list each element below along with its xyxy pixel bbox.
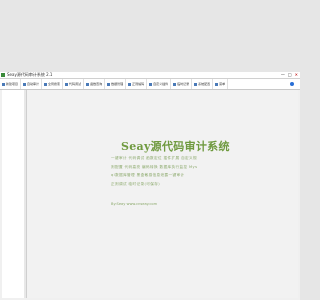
feature-line: 一键审计 代码调试 函数定位 插件扩展 自定义规: [111, 156, 198, 160]
file-tree-panel[interactable]: [2, 90, 27, 298]
toolbar-label: 系统配置: [198, 82, 211, 86]
window-title: Seay源代码审计系统 2.1: [7, 72, 53, 77]
settings-icon: [194, 82, 198, 86]
toolbar-label: 菜单: [219, 82, 226, 86]
toolbar-notes[interactable]: 临时记录: [171, 79, 193, 89]
app-window: Seay源代码审计系统 2.1 — □ ✕ 新建项目 自动审计 全局搜索 代码调…: [0, 72, 300, 300]
toolbar-debug[interactable]: 代码调试: [63, 79, 85, 89]
toolbar-label: 数据管理: [111, 82, 124, 86]
toolbar-label: 全局搜索: [48, 82, 61, 86]
function-icon: [86, 82, 90, 86]
search-icon: [44, 82, 48, 86]
regex-icon: [128, 82, 132, 86]
toolbar-new-project[interactable]: 新建项目: [0, 79, 22, 89]
feature-line: 则配置 代码高亮 编码转换 数据库执行监控 Mys: [111, 164, 198, 169]
close-button[interactable]: ✕: [295, 72, 298, 78]
toolbar-label: 代码调试: [69, 82, 82, 86]
sidebar-scrollbar[interactable]: [24, 90, 26, 298]
minimize-button[interactable]: —: [281, 72, 285, 78]
toolbar-menu[interactable]: 菜单: [213, 79, 229, 89]
toolbar-data-manage[interactable]: 数据管理: [105, 79, 127, 89]
database-icon: [107, 82, 111, 86]
app-icon: [1, 73, 5, 77]
feature-list: 一键审计 代码调试 函数定位 插件扩展 自定义规 则配置 代码高亮 编码转换 数…: [111, 154, 261, 188]
plugin-icon: [149, 82, 153, 86]
toolbar-label: 自动审计: [27, 82, 40, 86]
debug-icon: [65, 82, 69, 86]
toolbar-settings[interactable]: 系统配置: [192, 79, 214, 89]
window-controls: — □ ✕: [281, 72, 298, 78]
toolbar: 新建项目 自动审计 全局搜索 代码调试 函数查询 数据管理 正则编码 自定义插件…: [0, 79, 300, 90]
toolbar-plugins[interactable]: 自定义插件: [147, 79, 172, 89]
toolbar-regex[interactable]: 正则编码: [126, 79, 148, 89]
toolbar-auto-audit[interactable]: 自动审计: [21, 79, 43, 89]
contact-line: By:Seay www.cnseay.com: [111, 202, 158, 206]
maximize-button[interactable]: □: [288, 72, 292, 78]
toolbar-label: 自定义插件: [153, 82, 169, 86]
welcome-panel: Seay源代码审计系统 一键审计 代码调试 函数定位 插件扩展 自定义规 则配置…: [27, 90, 298, 298]
menu-icon: [215, 82, 219, 86]
feature-line: 正则调试 临时记录(可保存): [111, 181, 161, 186]
app-title: Seay源代码审计系统: [121, 140, 230, 153]
audit-icon: [23, 82, 27, 86]
toolbar-label: 临时记录: [177, 82, 190, 86]
toolbar-global-search[interactable]: 全局搜索: [42, 79, 64, 89]
toolbar-label: 函数查询: [90, 82, 103, 86]
toolbar-label: 新建项目: [6, 82, 19, 86]
notes-icon: [173, 82, 177, 86]
feature-line: ql数据库管理 黑盒敏感信息泄露一键审计: [111, 173, 185, 178]
new-project-icon: [2, 82, 5, 86]
help-icon[interactable]: [290, 82, 294, 86]
title-bar: Seay源代码审计系统 2.1 — □ ✕: [0, 72, 300, 79]
toolbar-function-lookup[interactable]: 函数查询: [84, 79, 106, 89]
toolbar-label: 正则编码: [132, 82, 145, 86]
